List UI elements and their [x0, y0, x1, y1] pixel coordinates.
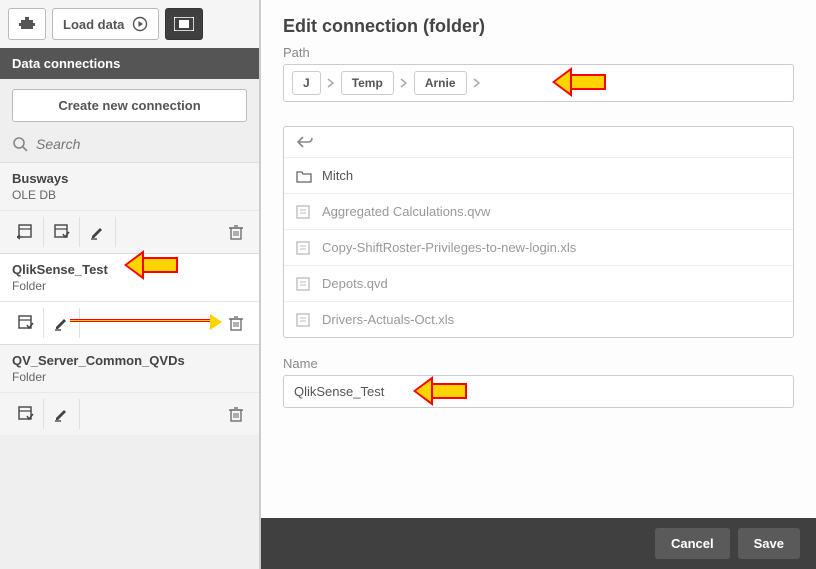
toolbar: Load data — [0, 0, 259, 48]
annotation-arrow — [124, 250, 178, 280]
search-icon — [12, 136, 28, 152]
path-segment[interactable]: Arnie — [414, 71, 467, 95]
file-name: Mitch — [322, 168, 353, 183]
trash-icon — [229, 406, 243, 422]
puzzle-icon — [18, 15, 36, 33]
dialog-footer: Cancel Save — [261, 518, 816, 569]
file-icon — [296, 241, 312, 255]
connection-subtype: Folder — [0, 368, 259, 392]
chevron-right-icon — [327, 78, 335, 88]
file-row: Aggregated Calculations.qvw — [284, 194, 793, 230]
insert-script-button[interactable] — [8, 217, 44, 247]
select-data-button[interactable] — [8, 308, 44, 338]
edit-connection-button[interactable] — [44, 308, 80, 338]
path-label: Path — [283, 45, 794, 60]
connection-title: Busways — [12, 171, 68, 186]
name-label: Name — [283, 356, 794, 371]
connection-item: QV_Server_Common_QVDs Folder — [0, 344, 259, 435]
file-name: Drivers-Actuals-Oct.xls — [322, 312, 454, 327]
pencil-icon — [90, 224, 106, 240]
file-icon — [296, 205, 312, 219]
file-name: Aggregated Calculations.qvw — [322, 204, 490, 219]
panel-icon — [174, 17, 194, 31]
connection-item: Busways OLE DB — [0, 162, 259, 253]
panel-toggle-button[interactable] — [165, 8, 203, 40]
edit-connection-button[interactable] — [44, 399, 80, 429]
file-browser: Mitch Aggregated Calculations.qvw Copy-S… — [283, 126, 794, 338]
table-check-icon — [17, 315, 35, 331]
file-row: Drivers-Actuals-Oct.xls — [284, 302, 793, 337]
connection-subtype: OLE DB — [0, 186, 259, 210]
play-icon — [132, 16, 148, 32]
pencil-icon — [54, 406, 70, 422]
chevron-right-icon — [473, 78, 481, 88]
path-segment[interactable]: Temp — [341, 71, 394, 95]
file-icon — [296, 277, 312, 291]
back-button[interactable] — [284, 127, 793, 158]
delete-connection-button[interactable] — [221, 308, 251, 338]
edit-connection-button[interactable] — [80, 217, 116, 247]
left-panel: Load data Data connections Create new co… — [0, 0, 260, 569]
annotation-arrow — [70, 319, 210, 322]
load-data-label: Load data — [63, 17, 124, 32]
file-row: Depots.qvd — [284, 266, 793, 302]
path-segment[interactable]: J — [292, 71, 321, 95]
annotation-arrow — [552, 67, 606, 97]
pencil-icon — [54, 315, 70, 331]
table-arrow-icon — [17, 224, 35, 240]
sidebar-search-input[interactable] — [36, 136, 247, 152]
connection-name-input[interactable] — [283, 375, 794, 408]
trash-icon — [229, 224, 243, 240]
table-check-icon — [17, 406, 35, 422]
chevron-right-icon — [400, 78, 408, 88]
connection-subtype: Folder — [0, 277, 259, 301]
path-bar[interactable]: J Temp Arnie — [283, 64, 794, 102]
back-arrow-icon — [296, 135, 314, 149]
connection-title: QV_Server_Common_QVDs — [12, 353, 185, 368]
connection-title: QlikSense_Test — [12, 262, 108, 277]
file-icon — [296, 313, 312, 327]
folder-row[interactable]: Mitch — [284, 158, 793, 194]
folder-icon — [296, 169, 312, 183]
dialog-title: Edit connection (folder) — [283, 16, 794, 37]
file-name: Copy-ShiftRoster-Privileges-to-new-login… — [322, 240, 576, 255]
file-row: Copy-ShiftRoster-Privileges-to-new-login… — [284, 230, 793, 266]
debug-button[interactable] — [8, 8, 46, 40]
cancel-button[interactable]: Cancel — [655, 528, 730, 559]
right-panel: Edit connection (folder) Path J Temp Arn… — [260, 0, 816, 569]
delete-connection-button[interactable] — [221, 217, 251, 247]
sidebar-header: Data connections — [0, 48, 259, 79]
delete-connection-button[interactable] — [221, 399, 251, 429]
select-data-button[interactable] — [8, 399, 44, 429]
table-check-icon — [53, 224, 71, 240]
trash-icon — [229, 315, 243, 331]
create-connection-button[interactable]: Create new connection — [12, 89, 247, 122]
select-data-button[interactable] — [44, 217, 80, 247]
file-name: Depots.qvd — [322, 276, 388, 291]
connection-item: QlikSense_Test Folder — [0, 253, 259, 344]
search-row — [0, 128, 259, 162]
save-button[interactable]: Save — [738, 528, 800, 559]
load-data-button[interactable]: Load data — [52, 8, 159, 40]
